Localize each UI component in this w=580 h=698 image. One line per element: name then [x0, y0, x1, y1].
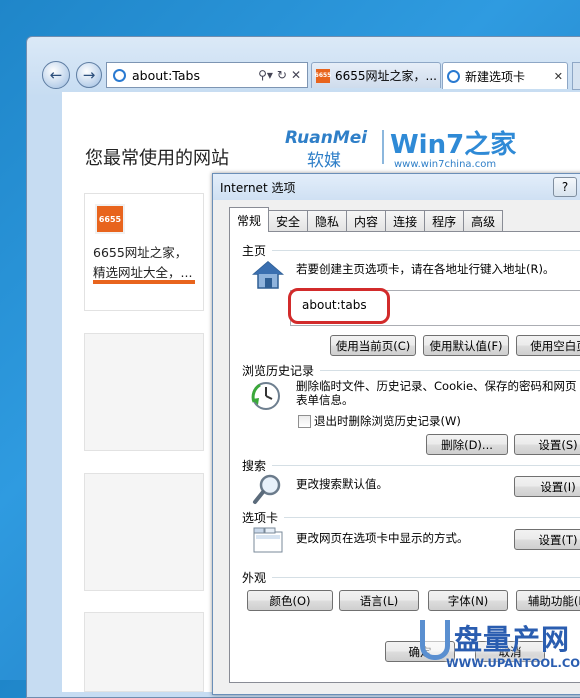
house-icon [251, 260, 285, 290]
tab-privacy[interactable]: 隐私 [307, 210, 348, 232]
use-default-button[interactable]: 使用默认值(F) [423, 335, 509, 356]
colors-button[interactable]: 颜色(O) [247, 590, 333, 611]
magnifier-icon [252, 472, 284, 506]
tabs-settings-button[interactable]: 设置(T) [514, 529, 580, 550]
homepage-desc: 若要创建主页选项卡，请在各地址行键入地址(R)。 [296, 262, 555, 276]
use-current-button[interactable]: 使用当前页(C) [330, 335, 416, 356]
tile-activity-bar [93, 280, 195, 284]
tab-connections[interactable]: 连接 [385, 210, 426, 232]
delete-on-exit-checkbox[interactable] [298, 415, 311, 428]
history-desc-line2: 表单信息。 [296, 393, 354, 407]
group-divider [284, 517, 580, 518]
page-title: 您最常使用的网站 [85, 148, 229, 169]
group-divider [320, 370, 580, 371]
languages-button[interactable]: 语言(L) [339, 590, 419, 611]
tile-line-2: 精选网址大全，... [93, 265, 193, 280]
back-arrow-icon: ← [49, 66, 63, 84]
tabs-group-label: 选项卡 [242, 511, 279, 525]
tab-content[interactable]: 内容 [346, 210, 387, 232]
stop-icon[interactable]: ✕ [291, 68, 301, 82]
tab-security[interactable]: 安全 [268, 210, 309, 232]
ruanmei-text: RuanMei [285, 128, 368, 148]
close-tab-icon[interactable]: ✕ [554, 70, 563, 83]
tab-6655[interactable]: 6655 6655网址之家，... [311, 62, 441, 88]
tab-label: 6655网址之家，... [335, 69, 437, 83]
delete-on-exit-label: 退出时删除浏览历史记录(W) [314, 414, 461, 428]
site-tile-empty[interactable] [84, 333, 204, 451]
search-desc: 更改搜索默认值。 [296, 477, 388, 491]
group-divider [272, 577, 580, 578]
refresh-icon[interactable]: ↻ [277, 68, 287, 82]
6655-favicon-icon: 6655 [95, 204, 125, 234]
back-button[interactable]: ← [42, 61, 70, 89]
ruanmei-logo: RuanMei 软媒 [285, 128, 385, 171]
general-tab-panel: 主页 若要创建主页选项卡，请在各地址行键入地址(R)。 about:tabs 使… [229, 231, 580, 683]
site-tile-empty[interactable] [84, 612, 204, 692]
delete-history-button[interactable]: 删除(D)... [426, 434, 508, 455]
tabs-icon [252, 526, 284, 554]
win7china-logo: Win7之家 www.win7china.com [390, 124, 520, 170]
tab-label: 新建选项卡 [465, 69, 526, 84]
upantool-watermark: 盘量产网 WWW.UPANTOOL.COM [420, 618, 580, 680]
win7-text: Win7之家 [390, 130, 517, 160]
use-blank-button[interactable]: 使用空白页 [516, 335, 580, 356]
accessibility-button[interactable]: 辅助功能(E) [516, 590, 580, 611]
u-logo-icon [420, 620, 450, 660]
ie-logo-icon [447, 69, 460, 83]
fonts-button[interactable]: 字体(N) [428, 590, 508, 611]
homepage-value: about:tabs [302, 298, 367, 312]
dialog-title: Internet 选项 [220, 180, 296, 195]
help-icon: ? [561, 180, 569, 194]
appearance-group-label: 外观 [242, 571, 267, 585]
dialog-tabs: 常规 安全 隐私 内容 连接 程序 高级 [229, 207, 504, 232]
tab-programs[interactable]: 程序 [424, 210, 465, 232]
tab-general[interactable]: 常规 [229, 207, 270, 232]
group-divider [272, 465, 580, 466]
ruanmei-cn-text: 软媒 [307, 151, 341, 171]
watermark-url: WWW.UPANTOOL.COM [446, 656, 580, 670]
logo-divider [382, 130, 384, 164]
help-button[interactable]: ? [553, 177, 577, 197]
ie-logo-icon [113, 68, 126, 82]
site-tile-6655[interactable]: 6655 6655网址之家， 精选网址大全，... [84, 193, 204, 311]
tile-line-1: 6655网址之家， [93, 245, 188, 260]
tab-advanced[interactable]: 高级 [463, 210, 504, 232]
6655-favicon-icon: 6655 [315, 68, 331, 83]
search-dropdown-icon[interactable]: ⚲▾ [258, 68, 273, 82]
dialog-titlebar: Internet 选项 [213, 174, 580, 200]
tab-new[interactable]: 新建选项卡 ✕ [442, 62, 568, 89]
address-bar[interactable]: about:Tabs ⚲▾ ↻ ✕ [106, 62, 308, 88]
search-settings-button[interactable]: 设置(I) [514, 476, 580, 497]
group-divider [272, 250, 580, 251]
site-tile-empty[interactable] [84, 473, 204, 591]
history-settings-button[interactable]: 设置(S) [514, 434, 580, 455]
new-tab-button[interactable] [572, 62, 580, 90]
history-group-label: 浏览历史记录 [242, 364, 315, 378]
internet-options-dialog: Internet 选项 ? 常规 安全 隐私 内容 连接 程序 高级 主页 若要… [212, 173, 580, 695]
tabs-desc: 更改网页在选项卡中显示的方式。 [296, 531, 469, 545]
homepage-group-label: 主页 [242, 244, 267, 258]
watermark-brand: 盘量产网 [454, 623, 571, 656]
history-desc-line1: 删除临时文件、历史记录、Cookie、保存的密码和网页 [296, 379, 577, 393]
history-clock-icon [250, 380, 284, 412]
forward-arrow-icon: → [82, 66, 96, 84]
forward-button[interactable]: → [76, 62, 102, 88]
address-text: about:Tabs [132, 67, 200, 83]
